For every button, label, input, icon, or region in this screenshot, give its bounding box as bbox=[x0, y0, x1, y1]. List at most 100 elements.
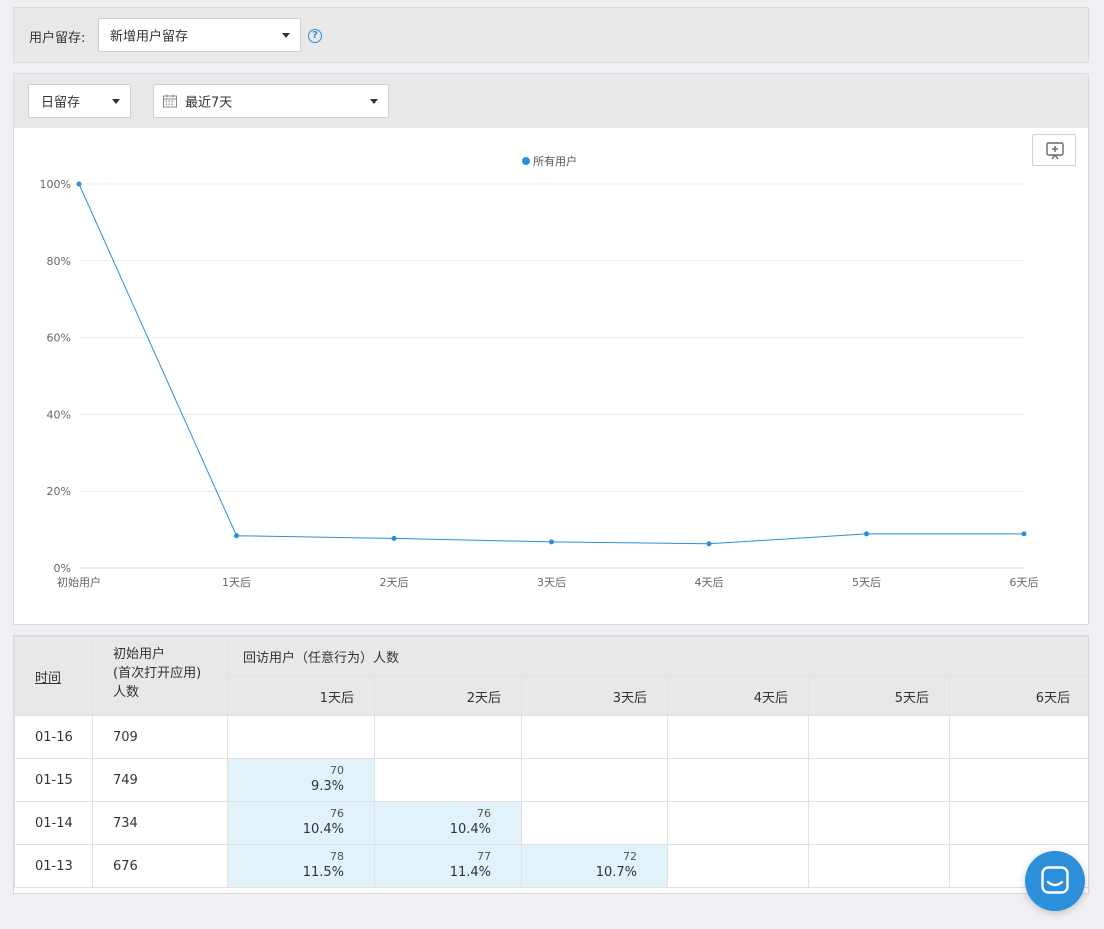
legend-marker bbox=[522, 157, 530, 165]
column-header-day-6: 6天后 bbox=[948, 676, 1088, 716]
retention-cell bbox=[808, 715, 950, 759]
retention-cell bbox=[948, 758, 1088, 802]
add-chart-icon bbox=[1046, 142, 1064, 160]
retention-label: 用户留存: bbox=[29, 31, 86, 46]
chat-support-button[interactable] bbox=[1025, 851, 1085, 911]
legend-series-label: 所有用户 bbox=[533, 155, 577, 168]
retention-cell bbox=[808, 801, 950, 845]
retention-cell: 78 11.5% bbox=[227, 844, 375, 888]
retention-cell bbox=[521, 758, 668, 802]
column-header-day-3: 3天后 bbox=[521, 676, 668, 716]
data-point[interactable] bbox=[549, 539, 554, 545]
cell-count: 76 bbox=[330, 807, 344, 820]
help-icon[interactable]: ? bbox=[308, 29, 322, 43]
date-range-picker[interactable]: 最近7天 bbox=[153, 84, 389, 118]
column-header-day-5: 5天后 bbox=[808, 676, 950, 716]
initial-users-line-3: 人数 bbox=[113, 685, 140, 700]
chevron-down-icon bbox=[282, 33, 290, 38]
x-tick-label: 5天后 bbox=[852, 576, 881, 589]
table-row: 01-15 749 70 9.3% bbox=[14, 758, 1088, 802]
initial-users-line-2: (首次打开应用) bbox=[113, 666, 202, 681]
column-header-time[interactable]: 时间 bbox=[14, 636, 93, 716]
table-row: 01-16 709 bbox=[14, 715, 1088, 759]
x-tick-label: 初始用户 bbox=[57, 575, 101, 589]
data-point[interactable] bbox=[864, 531, 869, 537]
cell-count: 78 bbox=[330, 850, 344, 863]
column-header-day-2: 2天后 bbox=[374, 676, 522, 716]
retention-cell: 72 10.7% bbox=[521, 844, 668, 888]
retention-cell bbox=[808, 758, 950, 802]
y-tick-label: 40% bbox=[47, 408, 71, 421]
cell-count: 72 bbox=[623, 850, 637, 863]
table-row: 01-14 734 76 10.4% 76 10.4% bbox=[14, 801, 1088, 845]
retention-type-select[interactable]: 新增用户留存 bbox=[98, 18, 301, 52]
retention-cell: 76 10.4% bbox=[374, 801, 522, 845]
x-tick-label: 3天后 bbox=[537, 576, 566, 589]
retention-cell: 77 11.4% bbox=[374, 844, 522, 888]
column-header-day-4: 4天后 bbox=[667, 676, 809, 716]
retention-cell bbox=[667, 801, 809, 845]
data-point[interactable] bbox=[1021, 531, 1027, 537]
x-tick-label: 4天后 bbox=[695, 576, 724, 589]
initial-users-line-1: 初始用户 bbox=[113, 647, 166, 662]
cell-percent: 9.3% bbox=[310, 779, 344, 794]
retention-cell bbox=[521, 801, 668, 845]
retention-cell: 76 10.4% bbox=[227, 801, 375, 845]
x-tick-label: 6天后 bbox=[1010, 576, 1039, 589]
table-row: 01-13 676 78 11.5% 77 11.4% 72 10.7% bbox=[14, 844, 1088, 888]
retention-line-chart: 0% 20% 40% 60% 80% 100% 初始用户 1天后 2天后 3天后 4天后 5天后 6天后 bbox=[40, 178, 1039, 589]
y-tick-label: 100% bbox=[40, 178, 71, 191]
time-sort-link[interactable]: 时间 bbox=[35, 671, 61, 686]
chart-panel: 日留存 最近7天 0% 20% 40% 60% 80% 100% 初始用户 1天后 2天后 3天后… bbox=[13, 73, 1089, 625]
y-tick-label: 20% bbox=[47, 485, 71, 498]
data-point[interactable] bbox=[391, 535, 397, 541]
cell-count: 76 bbox=[477, 807, 491, 820]
date-range-value: 最近7天 bbox=[185, 95, 233, 111]
cell-percent: 10.4% bbox=[449, 822, 491, 837]
row-date: 01-13 bbox=[14, 844, 93, 888]
retention-cell bbox=[521, 715, 668, 759]
cell-percent: 11.4% bbox=[449, 865, 491, 880]
granularity-select[interactable]: 日留存 bbox=[28, 84, 131, 118]
retention-cell bbox=[374, 715, 522, 759]
series-line bbox=[78, 183, 1024, 545]
cell-percent: 10.7% bbox=[595, 865, 637, 880]
chart-legend[interactable]: 所有用户 bbox=[522, 153, 577, 169]
chevron-down-icon bbox=[112, 99, 120, 104]
column-header-initial-users: 初始用户 (首次打开应用) 人数 bbox=[92, 636, 228, 716]
retention-cell bbox=[667, 715, 809, 759]
x-tick-label: 2天后 bbox=[380, 576, 409, 589]
cell-percent: 11.5% bbox=[302, 865, 344, 880]
cell-percent: 10.4% bbox=[302, 822, 344, 837]
retention-cell bbox=[667, 844, 809, 888]
y-tick-label: 60% bbox=[47, 332, 71, 345]
data-point[interactable] bbox=[706, 541, 712, 547]
column-header-day-1: 1天后 bbox=[227, 676, 375, 716]
row-initial-users: 709 bbox=[92, 715, 228, 759]
row-initial-users: 676 bbox=[92, 844, 228, 888]
row-date: 01-16 bbox=[14, 715, 93, 759]
column-header-returning-users: 回访用户（任意行为）人数 bbox=[226, 636, 1088, 677]
retention-cell bbox=[227, 715, 375, 759]
data-point[interactable] bbox=[76, 181, 82, 187]
retention-cell bbox=[667, 758, 809, 802]
row-date: 01-14 bbox=[14, 801, 93, 845]
retention-cell bbox=[948, 715, 1088, 759]
calendar-icon bbox=[163, 94, 177, 108]
retention-cell bbox=[948, 801, 1088, 845]
retention-filter-bar: 用户留存: 新增用户留存 ? bbox=[13, 7, 1089, 63]
row-initial-users: 734 bbox=[92, 801, 228, 845]
row-date: 01-15 bbox=[14, 758, 93, 802]
data-point[interactable] bbox=[234, 533, 239, 539]
chevron-down-icon bbox=[370, 99, 378, 104]
retention-chart: 0% 20% 40% 60% 80% 100% 初始用户 1天后 2天后 3天后 4天后 5天后 6天后… bbox=[14, 128, 1088, 624]
x-tick-label: 1天后 bbox=[222, 576, 251, 589]
add-to-dashboard-button[interactable] bbox=[1032, 134, 1076, 166]
chart-controls: 日留存 最近7天 bbox=[14, 74, 1088, 128]
cell-count: 70 bbox=[330, 764, 344, 777]
row-initial-users: 749 bbox=[92, 758, 228, 802]
retention-cell bbox=[374, 758, 522, 802]
retention-type-value: 新增用户留存 bbox=[110, 29, 189, 45]
cell-count: 77 bbox=[477, 850, 491, 863]
granularity-value: 日留存 bbox=[41, 95, 81, 111]
